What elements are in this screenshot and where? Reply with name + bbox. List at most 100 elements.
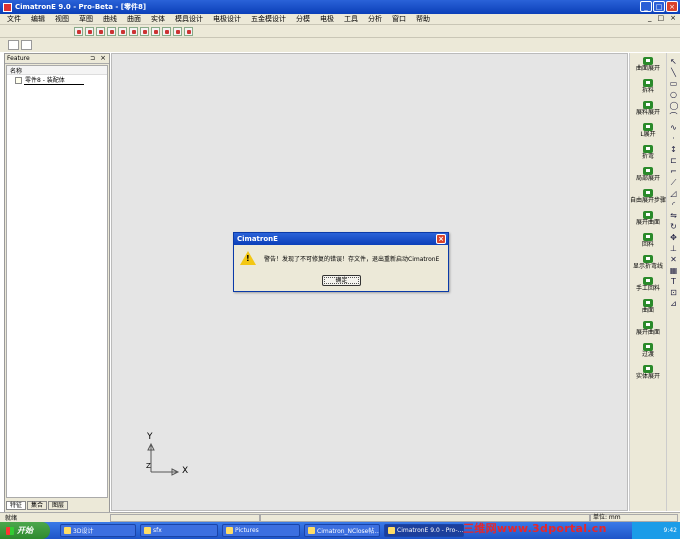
- guide-item[interactable]: 实体展开: [630, 361, 666, 383]
- menu-mold-design[interactable]: 模具设计: [170, 14, 208, 24]
- move-icon[interactable]: ✥: [670, 234, 678, 243]
- guide-item[interactable]: 手工回料: [630, 273, 666, 295]
- guide-item-label: 手工回料: [635, 284, 660, 292]
- menu-file[interactable]: 文件: [2, 14, 26, 24]
- menu-analysis[interactable]: 分析: [363, 14, 387, 24]
- guide-item[interactable]: 展料展开: [630, 97, 666, 119]
- menu-window[interactable]: 窗口: [387, 14, 411, 24]
- offset-icon[interactable]: ⊏: [670, 157, 678, 166]
- guide-item[interactable]: 局部展开: [630, 163, 666, 185]
- toolbar-tool-7-icon[interactable]: [140, 26, 149, 36]
- spline-icon[interactable]: ∿: [670, 124, 678, 133]
- mdi-restore-button[interactable]: □: [658, 14, 665, 22]
- taskbar-item[interactable]: Cimatron_NClose帖...: [304, 524, 380, 537]
- taskbar-item[interactable]: 3D设计: [60, 524, 136, 537]
- pattern-icon[interactable]: ▦: [670, 267, 678, 276]
- guide-item[interactable]: 展开曲面: [630, 207, 666, 229]
- taskbar-item-active[interactable]: CimatronE 9.0 - Pro-...: [384, 524, 464, 537]
- menu-die-design[interactable]: 五金模设计: [246, 14, 291, 24]
- guide-item[interactable]: 曲面展开: [630, 53, 666, 75]
- pin-icon[interactable]: ⊐: [90, 55, 95, 62]
- feature-tree[interactable]: 名称 零件8 - 装配体: [6, 65, 108, 498]
- menu-electrode[interactable]: 电极: [315, 14, 339, 24]
- delete-icon[interactable]: ✕: [670, 256, 678, 265]
- toolbar-tool-4-icon[interactable]: [107, 26, 116, 36]
- axis-x-label: X: [182, 466, 189, 476]
- exit-sketch-icon[interactable]: [21, 40, 32, 50]
- trim-icon[interactable]: ⟋: [670, 179, 678, 188]
- guide-item[interactable]: 回料: [630, 229, 666, 251]
- guide-icon: [643, 56, 653, 65]
- pointer-icon[interactable]: ↖: [670, 58, 678, 67]
- menu-edit[interactable]: 编辑: [26, 14, 50, 24]
- maximize-button[interactable]: □: [653, 1, 665, 12]
- line-icon[interactable]: ╲: [670, 69, 678, 78]
- tab-features[interactable]: 特征: [6, 501, 27, 510]
- arc-icon[interactable]: ⌒: [670, 113, 678, 122]
- mirror-icon[interactable]: ⇋: [670, 212, 678, 221]
- guide-icon: [643, 166, 653, 175]
- dimension-icon[interactable]: ↕: [670, 146, 678, 155]
- toolbar-tool-3-icon[interactable]: [96, 26, 105, 36]
- menu-parting[interactable]: 分模: [291, 14, 315, 24]
- mdi-minimize-button[interactable]: _: [648, 14, 652, 22]
- tab-layers[interactable]: 图层: [48, 501, 69, 510]
- feature-panel: Feature ⊐ × 名称 零件8 - 装配体 特征 集合 图层: [4, 53, 110, 513]
- guide-item-label: 回料: [641, 240, 654, 248]
- guide-icon: [643, 232, 653, 241]
- menu-help[interactable]: 帮助: [411, 14, 435, 24]
- menu-sketch[interactable]: 草图: [74, 14, 98, 24]
- dialog-close-button[interactable]: ×: [436, 234, 446, 244]
- toolbar-tool-6-icon[interactable]: [129, 26, 138, 36]
- circle-icon[interactable]: ○: [670, 91, 678, 100]
- chamfer-icon[interactable]: ◿: [670, 190, 678, 199]
- menu-solid[interactable]: 实体: [146, 14, 170, 24]
- mdi-close-button[interactable]: ×: [670, 14, 676, 22]
- guide-item[interactable]: 过渡: [630, 339, 666, 361]
- secondary-toolbar: [0, 38, 680, 52]
- sketch-icon[interactable]: [8, 40, 19, 50]
- panel-close-icon[interactable]: ×: [100, 54, 106, 62]
- taskbar-item[interactable]: sfx: [140, 524, 218, 537]
- menu-tools[interactable]: 工具: [339, 14, 363, 24]
- menu-surface[interactable]: 曲面: [122, 14, 146, 24]
- guide-icon: [643, 342, 653, 351]
- constraint-icon[interactable]: ⊥: [670, 245, 678, 254]
- taskbar-item[interactable]: Pictures: [222, 524, 300, 537]
- toolbar-tool-11-icon[interactable]: [184, 26, 193, 36]
- taskbar-item-label: sfx: [153, 527, 162, 534]
- ellipse-icon[interactable]: ◯: [670, 102, 679, 111]
- tab-sets[interactable]: 集合: [27, 501, 48, 510]
- toolbar-tool-2-icon[interactable]: [85, 26, 94, 36]
- start-button[interactable]: 开始: [0, 522, 50, 539]
- text-icon[interactable]: T: [670, 278, 678, 287]
- rotate-icon[interactable]: ↻: [670, 223, 678, 232]
- toolbar-tool-5-icon[interactable]: [118, 26, 127, 36]
- menu-view[interactable]: 视图: [50, 14, 74, 24]
- toolbar-tool-8-icon[interactable]: [151, 26, 160, 36]
- guide-icon: [643, 210, 653, 219]
- menu-curve[interactable]: 曲线: [98, 14, 122, 24]
- close-button[interactable]: ×: [666, 1, 678, 12]
- ok-button[interactable]: 确定: [322, 275, 361, 286]
- guide-item[interactable]: 折弯: [630, 141, 666, 163]
- guide-item[interactable]: L展开: [630, 119, 666, 141]
- toolbar-tool-1-icon[interactable]: [74, 26, 83, 36]
- guide-item[interactable]: 显示折弯线: [630, 251, 666, 273]
- guide-item[interactable]: 自由展开步骤: [630, 185, 666, 207]
- toolbar-tool-9-icon[interactable]: [162, 26, 171, 36]
- corner-icon[interactable]: ⌐: [670, 168, 678, 177]
- minimize-button[interactable]: _: [640, 1, 652, 12]
- fillet-icon[interactable]: ◜: [670, 201, 678, 210]
- point-icon[interactable]: ·: [670, 135, 678, 144]
- guide-item[interactable]: 曲面: [630, 295, 666, 317]
- measure-icon[interactable]: ⊿: [670, 300, 678, 309]
- guide-icon: [643, 144, 653, 153]
- guide-item[interactable]: 展开曲面: [630, 317, 666, 339]
- menu-electrode-design[interactable]: 电极设计: [208, 14, 246, 24]
- rectangle-icon[interactable]: ▭: [670, 80, 678, 89]
- guide-item[interactable]: 拆料: [630, 75, 666, 97]
- project-icon[interactable]: ⊡: [670, 289, 678, 298]
- toolbar-tool-10-icon[interactable]: [173, 26, 182, 36]
- tree-item[interactable]: 零件8 - 装配体: [7, 75, 107, 85]
